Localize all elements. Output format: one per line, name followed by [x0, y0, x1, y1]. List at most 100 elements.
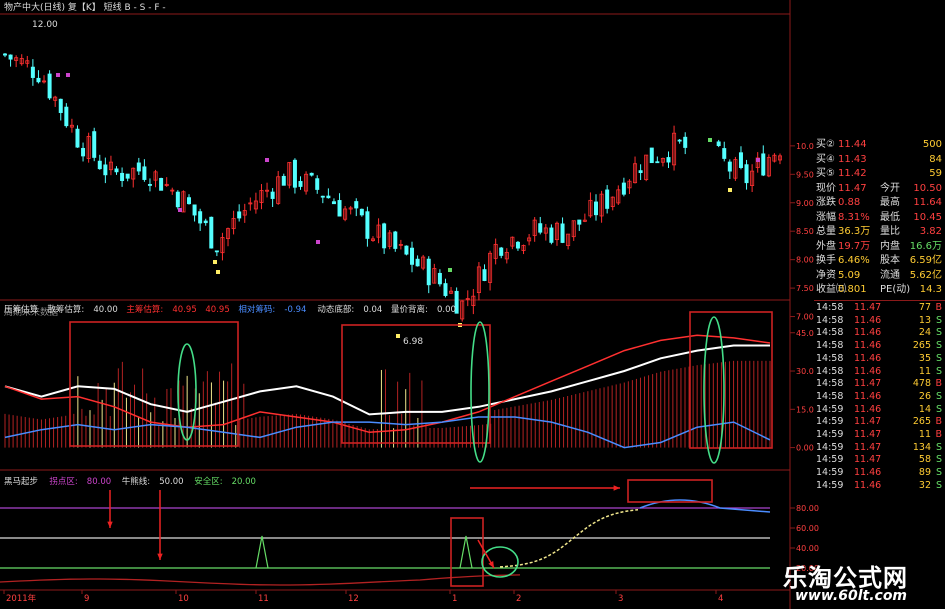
candle-body — [203, 220, 208, 224]
stock-chart[interactable]: 物产中大(日线) 复【K】 短线 B - S - F - 12.00 6.98 … — [0, 0, 945, 609]
candle-body — [365, 211, 370, 239]
quote-v1: 6.46% — [838, 255, 870, 266]
tick-v: 265 — [912, 340, 931, 352]
tick-row: 14:58 11.46 13 S — [814, 315, 945, 328]
quote-k2: 最低 — [880, 211, 900, 223]
tick-row: 14:59 11.47 265 B — [814, 416, 945, 429]
start-legend-label: 安全区: — [194, 476, 222, 487]
bs-signal — [708, 138, 712, 142]
quote-row: 换手 6.46% 股本 6.59亿 — [814, 254, 945, 269]
quote-row: 现价 11.47 今开 10.50 — [814, 182, 945, 197]
quote-v1: 11.44 — [838, 139, 867, 150]
tick-t: 14:58 — [816, 378, 844, 390]
tick-v: 24 — [918, 327, 931, 339]
candle-body — [655, 161, 660, 164]
chip-legend-value: 40.00 — [93, 305, 117, 315]
chip-legend-value: 0.00 — [437, 305, 456, 315]
arrow-head — [107, 521, 113, 528]
tick-t: 14:58 — [816, 327, 844, 339]
quote-v2: 84 — [929, 153, 942, 165]
quote-k2: 流通 — [880, 269, 900, 281]
candle-body — [159, 178, 164, 191]
candle-body — [136, 162, 141, 172]
bs-signal — [396, 334, 400, 338]
tick-p: 11.46 — [854, 314, 882, 326]
price-panel-title: 物产中大(日线) 复【K】 短线 B - S - F - — [4, 1, 166, 13]
time-tick-label: 2011年 — [6, 593, 37, 604]
start-legend-label: 牛熊线: — [122, 476, 150, 487]
tick-t: 14:59 — [816, 429, 844, 440]
tick-s: S — [935, 467, 942, 479]
highlight-box — [689, 311, 773, 449]
quote-v2: 6.59亿 — [909, 255, 942, 266]
start-tick-label: 60.00 — [796, 524, 819, 533]
bs-signal — [178, 208, 182, 212]
tick-p: 11.47 — [854, 302, 882, 313]
candle-body — [404, 245, 409, 255]
tick-p: 11.46 — [854, 352, 882, 364]
bs-signal — [448, 268, 452, 272]
tick-row: 14:58 11.46 265 S — [814, 340, 945, 353]
price-tick-label: 8.00 — [796, 256, 814, 265]
quote-k1: 涨跌 — [816, 197, 836, 208]
chip-legend-label: 主筹估算: — [126, 304, 163, 315]
candle-body — [147, 184, 152, 186]
bs-signal — [316, 240, 320, 244]
quote-row: 买② 11.44 500 — [814, 138, 945, 153]
quote-row: 外盘 19.7万 内盘 16.6万 — [814, 240, 945, 255]
time-axis: 2011年 9 10 11 12 1 2 3 4 — [3, 590, 723, 604]
tick-row: 14:59 11.46 32 S — [814, 480, 945, 493]
candle-body — [677, 139, 682, 142]
tick-v: 13 — [918, 314, 931, 326]
tick-p: 11.46 — [854, 403, 882, 415]
tick-t: 14:59 — [816, 479, 844, 491]
candle-body — [64, 106, 69, 127]
bs-signal — [66, 73, 70, 77]
candle-body — [354, 201, 359, 209]
candle-body — [198, 211, 203, 224]
candle-body — [727, 161, 732, 172]
candle-body — [337, 200, 342, 217]
chip-legend-label: 动态底部: — [317, 304, 354, 315]
chip-legend-label: 量价背离: — [391, 304, 428, 315]
price-tick-label: 8.50 — [796, 227, 814, 236]
tick-v: 11 — [918, 429, 931, 440]
tick-t: 14:59 — [816, 454, 844, 466]
tick-row: 14:59 11.47 11 B — [814, 429, 945, 442]
candle-body — [382, 223, 387, 249]
candle-body — [331, 201, 336, 205]
candle-body — [326, 195, 331, 199]
start-legend-label: 拐点区: — [49, 476, 77, 487]
tick-t: 14:58 — [816, 340, 844, 352]
candle-body — [281, 175, 286, 186]
candle-body — [320, 195, 325, 198]
tick-v: 265 — [912, 416, 931, 428]
chip-legend-value: -0.94 — [284, 305, 306, 315]
candle-body — [186, 197, 191, 205]
tick-s: S — [935, 327, 942, 339]
candle-body — [309, 172, 314, 176]
time-tick-label: 9 — [84, 594, 89, 604]
quote-panel: 买② 11.44 500 买④ 11.43 84 买⑤ 11.42 59 现价 11.47 今开 10.… — [814, 138, 945, 491]
candle-body — [666, 157, 671, 163]
candle-body — [47, 73, 52, 99]
start-legend-value: 80.00 — [87, 477, 111, 487]
start-panel-legend: 黑马起步 拐点区: 80.00 牛熊线: 50.00 安全区: 20.00 — [4, 476, 256, 487]
tick-p: 11.46 — [854, 340, 882, 352]
candle-body — [92, 131, 97, 158]
quote-row: 涨幅 8.31% 最低 10.45 — [814, 211, 945, 226]
candle-body — [237, 211, 242, 219]
candle-body — [8, 54, 13, 60]
candlestick-series[interactable] — [3, 52, 783, 338]
time-tick-label: 10 — [178, 594, 189, 604]
tick-p: 11.47 — [854, 378, 882, 390]
quote-v1: 11.42 — [838, 168, 867, 179]
candle-body — [638, 170, 643, 174]
quote-v2: 11.64 — [913, 197, 942, 208]
candle-body — [649, 147, 654, 164]
tick-v: 35 — [918, 352, 931, 364]
low-marker: 6.98 — [403, 337, 423, 347]
candle-body — [209, 216, 214, 249]
candle-body — [36, 77, 41, 83]
bs-signal — [728, 188, 732, 192]
